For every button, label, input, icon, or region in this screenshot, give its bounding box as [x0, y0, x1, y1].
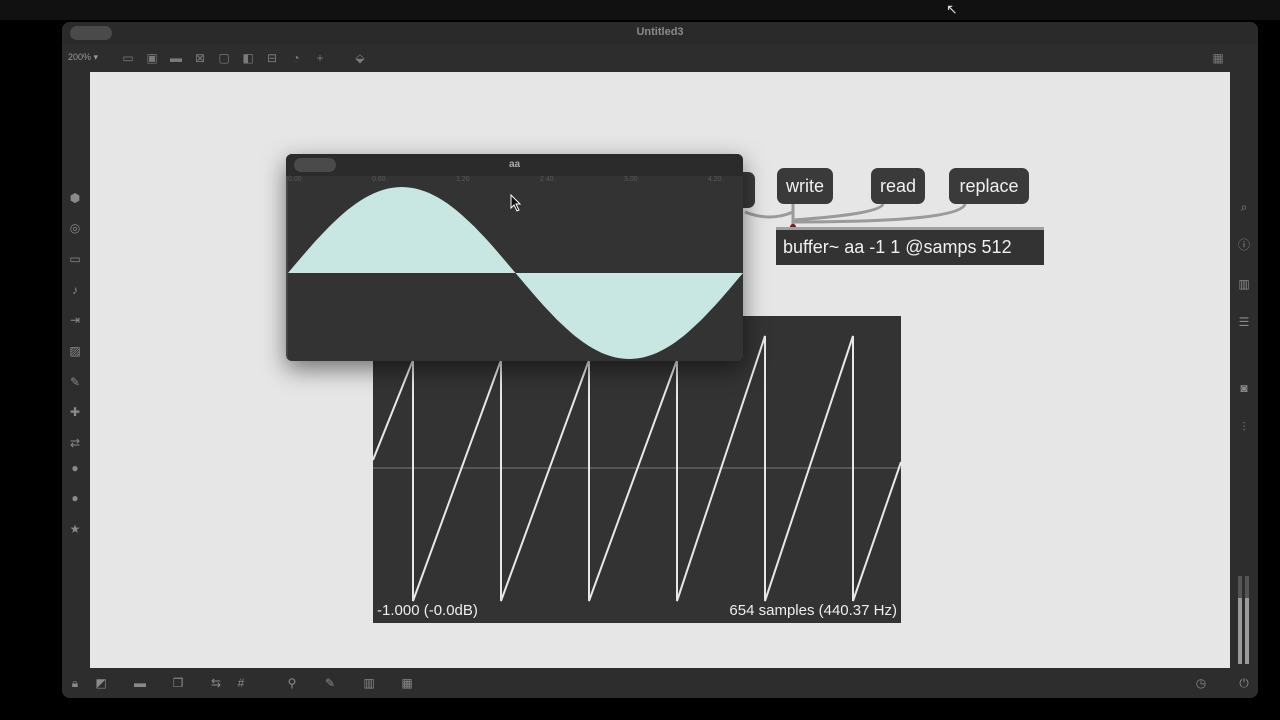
title-bar: Untitled3 — [62, 22, 1258, 44]
paint-icon[interactable]: ⬙ — [352, 50, 368, 66]
lock-icon[interactable]: 🔒︎ — [67, 675, 83, 691]
mixer-icon[interactable]: ⫶ — [1236, 419, 1252, 435]
pin-icon[interactable]: ⚲ — [284, 675, 300, 691]
scope-amplitude-readout: -1.000 (-0.0dB) — [377, 602, 478, 619]
v-icon[interactable]: ● — [67, 460, 83, 476]
bottom-bar: 🔒︎ ◩ ▬ ❐ ⇆ # ⚲ ✎ ▥ ▦ ◷ ⏻ — [62, 668, 1258, 698]
cube-icon[interactable]: ⬢ — [67, 190, 83, 206]
output-meter — [1238, 576, 1249, 664]
search-icon[interactable]: ⌕ — [1236, 199, 1252, 215]
toolbar: 200% ▾ ▭ ▣ ▬ ⊠ ▢ ◧ ⊟ ◔ + ⬙ ▦ — [62, 44, 1258, 72]
scope-waveform — [373, 335, 901, 602]
cursor-icon: ↖ — [946, 1, 958, 17]
circle-icon[interactable]: ◎ — [67, 220, 83, 236]
note-icon[interactable]: ♪ — [67, 282, 83, 298]
mouse-cursor-icon — [510, 194, 522, 212]
inlet-icon[interactable]: ◧ — [240, 50, 256, 66]
edit-icon[interactable]: ◩ — [93, 675, 109, 691]
dial-icon[interactable]: ◔ — [288, 50, 304, 66]
menu-bar: ↖ — [0, 0, 1280, 20]
device-icon[interactable]: ⇄ — [67, 435, 83, 451]
write-message[interactable]: write — [777, 168, 833, 204]
image-icon[interactable]: ▨ — [67, 343, 83, 359]
buffer-window-titlebar[interactable]: aa — [286, 154, 743, 176]
link-icon[interactable]: ⇆ — [208, 675, 224, 691]
piano-icon[interactable]: ▥ — [361, 675, 377, 691]
panel-icon[interactable]: ▭ — [67, 251, 83, 267]
windows-icon[interactable]: ❐ — [170, 675, 186, 691]
camera-icon[interactable]: ◙ — [1236, 380, 1252, 396]
paperclip-icon[interactable]: ✎ — [67, 374, 83, 390]
power-icon[interactable]: ⏻ — [1236, 675, 1252, 691]
replace-message[interactable]: replace — [949, 168, 1029, 204]
grid-icon[interactable]: # — [233, 675, 249, 691]
wrench-icon[interactable]: ✎ — [322, 675, 338, 691]
buffer-object[interactable]: buffer~ aa -1 1 @samps 512 — [776, 227, 1044, 265]
object-icon[interactable]: ▢ — [216, 50, 232, 66]
scope-frequency-readout: 654 samples (440.37 Hz) — [729, 602, 897, 619]
buffer-editor-window[interactable]: aa 0.00 0.60 1.20 2.40 3.00 4.20 — [286, 154, 743, 361]
comment-icon[interactable]: ▬ — [132, 675, 148, 691]
keyboard-icon[interactable]: ▦ — [399, 675, 415, 691]
grid-icon[interactable]: ▦ — [1210, 50, 1226, 66]
clock-icon[interactable]: ◷ — [1193, 675, 1209, 691]
patcher-icon[interactable]: ▣ — [144, 50, 160, 66]
star-icon[interactable]: ★ — [67, 521, 83, 537]
zoom-select[interactable]: 200% ▾ — [68, 52, 98, 63]
list-icon[interactable]: ☰ — [1236, 314, 1252, 330]
clear-icon[interactable]: ⊠ — [192, 50, 208, 66]
info-icon[interactable]: ⓘ — [1236, 237, 1252, 253]
buffer-window-title: aa — [508, 159, 521, 170]
read-message[interactable]: read — [871, 168, 925, 204]
presentation-icon[interactable]: ▭ — [120, 50, 136, 66]
add-icon[interactable]: + — [312, 50, 328, 66]
book-icon[interactable]: ▥ — [1236, 276, 1252, 292]
plugin-icon[interactable]: ✚ — [67, 404, 83, 420]
split-icon[interactable]: ⊟ — [264, 50, 280, 66]
window-title: Untitled3 — [636, 26, 684, 38]
scope-display: -1.000 (-0.0dB) 654 samples (440.37 Hz) — [373, 316, 901, 623]
comment-icon[interactable]: ▬ — [168, 50, 184, 66]
play-icon[interactable]: ⇥ — [67, 312, 83, 328]
a-icon[interactable]: ● — [67, 490, 83, 506]
